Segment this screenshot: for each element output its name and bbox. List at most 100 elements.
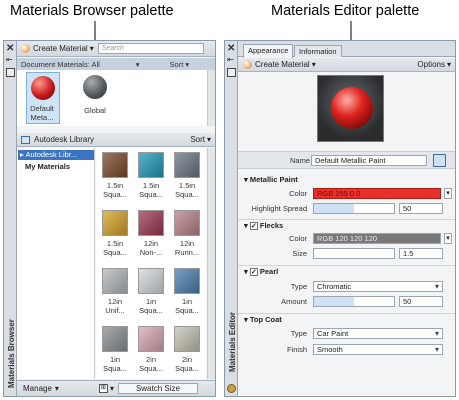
chevron-down-icon[interactable]: ▾: [55, 384, 59, 393]
swatch-thumbnail: [102, 210, 128, 236]
doc-material-label: Global: [84, 106, 106, 115]
chevron-down-icon[interactable]: ▾: [447, 60, 451, 69]
library-swatch[interactable]: 1.5in Squa...: [98, 150, 132, 206]
chevron-down-icon[interactable]: ▾: [110, 384, 114, 393]
material-editor-corner-icon: [227, 384, 236, 393]
library-icon: [21, 135, 30, 144]
name-label: Name: [290, 156, 311, 165]
browser-title-bar: ✕ ⇤ Materials Browser: [4, 41, 17, 396]
pearl-type-label: Type: [290, 282, 307, 291]
chevron-down-icon[interactable]: ▾: [444, 188, 452, 199]
pearl-amount-value[interactable]: 50: [399, 296, 443, 307]
library-swatch[interactable]: 1.5in Squa...: [98, 208, 132, 264]
options-button[interactable]: Options: [417, 60, 445, 69]
swatch-label: Squa...: [175, 190, 199, 199]
swatch-label: 2in: [181, 355, 192, 364]
swatch-label: Runn...: [174, 248, 200, 257]
swatch-thumbnail: [102, 326, 128, 352]
library-swatch[interactable]: 2in Squa...: [170, 324, 204, 380]
library-label: Autodesk Library: [34, 135, 95, 144]
library-sort-button[interactable]: Sort: [190, 135, 205, 144]
close-icon[interactable]: ✕: [6, 43, 14, 54]
close-icon[interactable]: ✕: [227, 43, 235, 54]
flecks-size-label: Size: [292, 249, 307, 258]
flecks-size-slider[interactable]: [313, 248, 395, 259]
pearl-type-select[interactable]: Chromatic: [313, 281, 443, 292]
tree-item-my-materials[interactable]: My Materials: [25, 162, 70, 171]
library-scrollbar[interactable]: [207, 148, 215, 379]
highlight-spread-value[interactable]: 50: [399, 203, 443, 214]
topcoat-type-select[interactable]: Car Paint: [313, 328, 443, 339]
flecks-checkbox[interactable]: ✓: [249, 222, 258, 231]
topcoat-finish-select[interactable]: Smooth: [313, 344, 443, 355]
library-swatch[interactable]: 1in Squa...: [134, 266, 168, 322]
section-metallic-paint[interactable]: ▾ Metallic Paint: [238, 174, 455, 186]
pearl-amount-slider[interactable]: [313, 296, 395, 307]
create-material-button[interactable]: Create Material: [33, 44, 88, 53]
slider-fill: [314, 204, 354, 213]
material-preview: [317, 75, 384, 142]
library-swatch[interactable]: 12in Unif...: [98, 266, 132, 322]
auto-hide-icon[interactable]: ⇤: [227, 55, 234, 64]
swatch-label: 1in: [109, 355, 120, 364]
swatch-thumbnail: [102, 152, 128, 178]
search-input[interactable]: Search: [97, 43, 204, 54]
library-swatch[interactable]: 2in Squa...: [134, 324, 168, 380]
chevron-down-icon[interactable]: ▾: [90, 44, 94, 53]
chevron-down-icon[interactable]: ▾: [136, 60, 140, 69]
library-swatch[interactable]: 12in Runn...: [170, 208, 204, 264]
flecks-color-swatch[interactable]: RGB 120 120 120: [313, 233, 441, 244]
flecks-size-value[interactable]: 1.5: [399, 248, 443, 259]
document-materials-header: Document Materials: All ▾ Sort ▾: [17, 58, 215, 70]
tab-information[interactable]: Information: [294, 45, 342, 57]
swatch-label: Squa...: [139, 306, 163, 315]
library-swatch[interactable]: 1in Squa...: [98, 324, 132, 380]
chevron-down-icon[interactable]: ▾: [207, 135, 211, 144]
library-swatch[interactable]: 1.5in Squa...: [170, 150, 204, 206]
preview-sphere: [331, 87, 373, 129]
library-swatch[interactable]: 12in Non-...: [134, 208, 168, 264]
swatch-thumbnail: [138, 210, 164, 236]
document-materials-filter[interactable]: Document Materials: All: [21, 60, 100, 69]
create-material-button[interactable]: Create Material: [255, 60, 310, 69]
chevron-down-icon[interactable]: ▾: [444, 233, 452, 244]
library-swatch[interactable]: 1in Squa...: [170, 266, 204, 322]
view-toggle-icon[interactable]: ⊞: [98, 384, 108, 393]
library-swatch-grid: 1.5in Squa... 1.5in Squa... 1.5in Squa... 1.5i…: [96, 148, 206, 379]
manage-button[interactable]: Manage: [23, 384, 52, 393]
properties-icon[interactable]: [6, 68, 15, 77]
section-top-coat[interactable]: ▾ Top Coat: [238, 313, 455, 325]
auto-hide-icon[interactable]: ⇤: [6, 55, 13, 64]
swatch-label: Squa...: [175, 306, 199, 315]
swatch-label: 1in: [181, 297, 192, 306]
tab-appearance[interactable]: Appearance: [243, 44, 294, 58]
editor-title-bar: ✕ ⇤ Materials Editor: [225, 41, 238, 396]
swatch-size-button[interactable]: Swatch Size: [117, 383, 198, 394]
library-swatch[interactable]: 1.5in Squa...: [134, 150, 168, 206]
browse-material-icon[interactable]: [433, 154, 446, 167]
chevron-down-icon[interactable]: ▾: [312, 60, 316, 69]
properties-icon[interactable]: [227, 68, 236, 77]
browser-bottom-bar: Manage ▾ ⊞ ▾ Swatch Size: [17, 380, 215, 396]
chevron-down-icon[interactable]: ▾: [185, 60, 189, 69]
doc-sort-button[interactable]: Sort: [170, 60, 184, 69]
tree-item-autodesk-library[interactable]: ▸ Autodesk Libr...: [18, 150, 94, 160]
swatch-label: 1.5in: [106, 181, 124, 190]
browser-title: Materials Browser: [7, 319, 16, 388]
pearl-checkbox[interactable]: ✓: [249, 268, 258, 277]
library-tree: ▸ Autodesk Libr... My Materials: [17, 148, 95, 379]
metallic-color-swatch[interactable]: RGB 255 0 0: [313, 188, 441, 199]
section-pearl[interactable]: ▾ ✓ Pearl: [238, 265, 455, 277]
swatch-thumbnail: [174, 326, 200, 352]
browser-toolbar: Create Material ▾ Search: [17, 41, 215, 57]
doc-material-default-metallic[interactable]: Default Meta...: [26, 72, 60, 124]
doc-material-global[interactable]: Global: [77, 72, 113, 124]
highlight-spread-slider[interactable]: [313, 203, 395, 214]
swatch-label: Squa...: [175, 364, 199, 373]
material-name-input[interactable]: Default Metallic Paint: [311, 155, 427, 166]
swatch-thumbnail: [174, 152, 200, 178]
doc-material-label: Default Meta...: [30, 104, 54, 122]
swatch-label: 1.5in: [142, 181, 160, 190]
section-flecks[interactable]: ▾ ✓ Flecks: [238, 219, 455, 231]
doc-scrollbar[interactable]: [207, 70, 215, 126]
